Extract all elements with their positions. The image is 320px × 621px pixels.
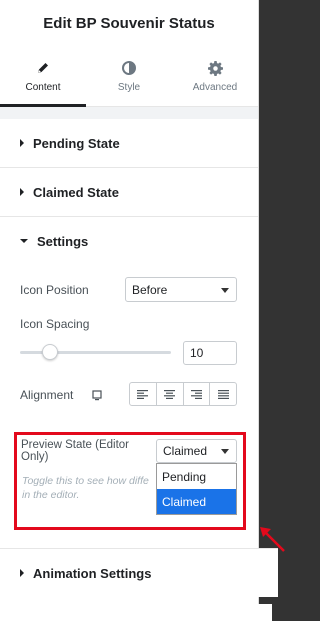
gear-icon: [207, 59, 223, 77]
contrast-icon: [121, 59, 137, 77]
section-pending-state[interactable]: Pending State: [0, 119, 258, 168]
section-animation-label: Animation Settings: [33, 565, 152, 581]
tab-style-label: Style: [117, 82, 141, 93]
caret-right-icon: [20, 569, 24, 577]
desktop-icon[interactable]: [92, 388, 102, 406]
section-settings-label: Settings: [37, 233, 89, 249]
panel-tabs: Content Style Advanced: [0, 46, 258, 107]
icon-position-label: Icon Position: [20, 283, 89, 297]
canvas-edge: [258, 604, 272, 621]
tab-content-label: Content: [25, 82, 61, 93]
align-right-button[interactable]: [184, 383, 211, 405]
align-left-icon: [137, 389, 149, 399]
icon-spacing-label: Icon Spacing: [20, 317, 90, 331]
align-center-button[interactable]: [157, 383, 184, 405]
section-animation-settings[interactable]: Animation Settings: [0, 548, 278, 597]
align-center-icon: [164, 389, 176, 399]
alignment-label: Alignment: [20, 388, 74, 402]
annotation-highlight-box: [14, 432, 246, 530]
alignment-control: [129, 382, 237, 406]
align-justify-icon: [217, 389, 229, 399]
section-pending-label: Pending State: [33, 135, 120, 151]
icon-spacing-input[interactable]: 10: [183, 341, 237, 365]
section-settings[interactable]: Settings: [0, 217, 258, 265]
caret-right-icon: [20, 188, 24, 196]
section-claimed-state[interactable]: Claimed State: [0, 168, 258, 217]
tab-advanced-label: Advanced: [192, 82, 238, 93]
panel-title: Edit BP Souvenir Status: [43, 14, 215, 32]
icon-position-select[interactable]: Before: [125, 277, 237, 302]
caret-right-icon: [20, 139, 24, 147]
section-claimed-label: Claimed State: [33, 184, 119, 200]
caret-down-icon: [20, 239, 28, 243]
align-right-icon: [190, 389, 202, 399]
tab-style[interactable]: Style: [86, 46, 172, 106]
tab-advanced[interactable]: Advanced: [172, 46, 258, 106]
icon-position-value: Before: [132, 282, 168, 297]
pencil-icon: [36, 59, 50, 77]
align-left-button[interactable]: [130, 383, 157, 405]
tab-content[interactable]: Content: [0, 46, 86, 107]
section-spacer: [0, 107, 258, 119]
align-justify-button[interactable]: [210, 383, 236, 405]
icon-spacing-slider-handle[interactable]: [42, 344, 58, 360]
chevron-down-icon: [221, 287, 229, 293]
icon-spacing-value: 10: [190, 346, 204, 360]
